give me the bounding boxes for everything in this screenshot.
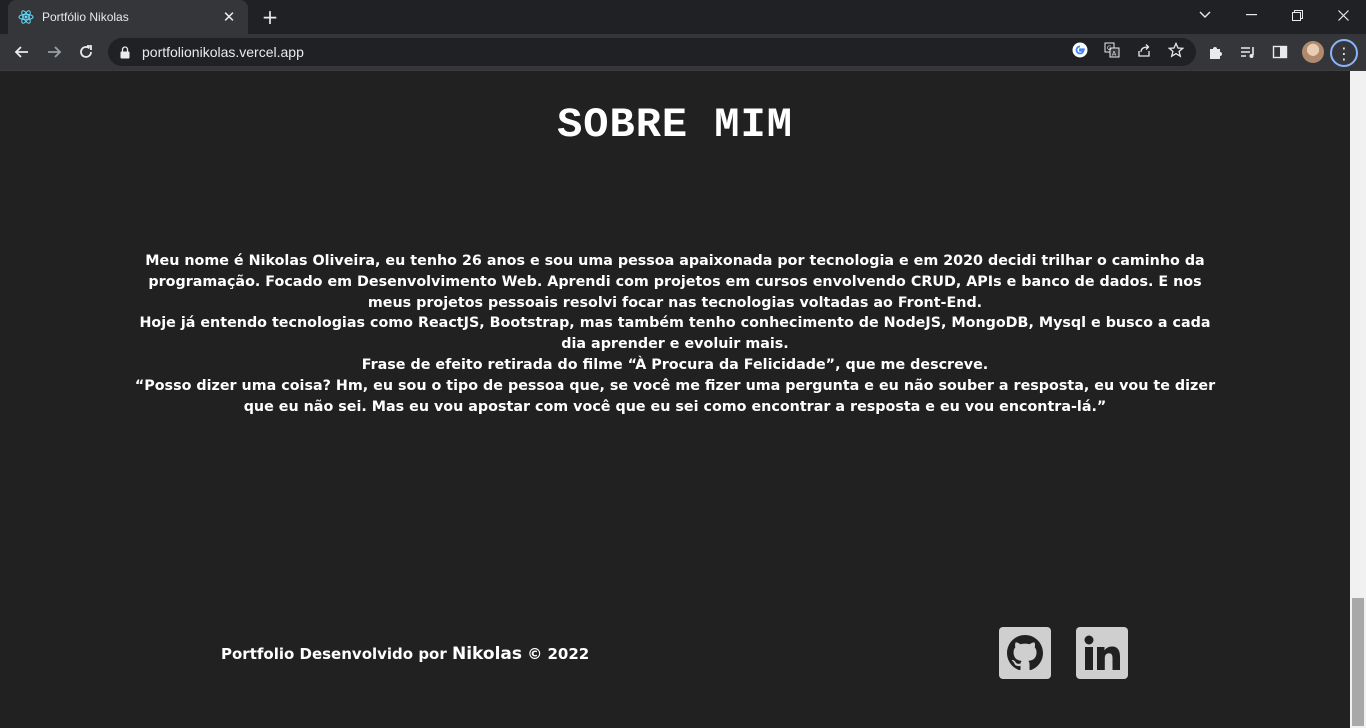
tab-strip: Portfólio Nikolas ✕ +	[0, 0, 1366, 34]
about-paragraph-intro: Meu nome é Nikolas Oliveira, eu tenho 26…	[145, 253, 1205, 311]
bookmark-star-icon[interactable]	[1166, 40, 1186, 60]
kebab-menu-icon[interactable]: ⋮	[1330, 39, 1358, 67]
footer-suffix: © 2022	[522, 645, 590, 663]
forward-arrow-icon[interactable]	[40, 38, 68, 66]
linkedin-link[interactable]	[1076, 627, 1128, 679]
new-tab-button[interactable]: +	[258, 5, 282, 29]
tab-title: Portfólio Nikolas	[42, 10, 129, 24]
google-icon[interactable]	[1070, 40, 1090, 60]
github-icon	[1007, 635, 1043, 671]
github-link[interactable]	[999, 627, 1051, 679]
lock-icon[interactable]	[120, 45, 134, 59]
browser-toolbar: portfolionikolas.vercel.app GA	[0, 34, 1366, 71]
side-panel-icon[interactable]	[1269, 41, 1291, 63]
page-viewport: SOBRE MIM Meu nome é Nikolas Oliveira, e…	[0, 71, 1350, 728]
about-text: Meu nome é Nikolas Oliveira, eu tenho 26…	[125, 251, 1225, 417]
close-icon[interactable]: ✕	[220, 8, 238, 26]
footer-prefix: Portfolio Desenvolvido por	[221, 645, 452, 663]
extensions-puzzle-icon[interactable]	[1205, 41, 1227, 63]
minimize-icon[interactable]	[1228, 0, 1274, 30]
tab-search-chevron-icon[interactable]	[1182, 0, 1228, 30]
tab-portfolio[interactable]: Portfólio Nikolas ✕	[8, 0, 248, 34]
scrollbar-thumb[interactable]	[1352, 598, 1364, 726]
address-bar[interactable]: portfolionikolas.vercel.app	[108, 38, 1196, 66]
footer-credit: Portfolio Desenvolvido por Nikolas © 202…	[221, 644, 589, 664]
footer-author-name: Nikolas	[451, 644, 522, 664]
url-text[interactable]: portfolionikolas.vercel.app	[142, 44, 304, 60]
reload-icon[interactable]	[72, 38, 100, 66]
linkedin-icon	[1084, 635, 1120, 670]
react-icon	[18, 9, 34, 25]
restore-icon[interactable]	[1274, 0, 1320, 30]
about-paragraph-quote: “Posso dizer uma coisa? Hm, eu sou o tip…	[134, 377, 1216, 415]
about-title: SOBRE MIM	[557, 101, 793, 149]
translate-icon[interactable]: GA	[1102, 40, 1122, 60]
back-arrow-icon[interactable]	[8, 38, 36, 66]
about-paragraph-quote-intro: Frase de efeito retirada do filme “À Pro…	[361, 356, 989, 373]
share-icon[interactable]	[1134, 40, 1154, 60]
window-close-icon[interactable]	[1320, 0, 1366, 30]
about-paragraph-skills: Hoje já entendo tecnologias como ReactJS…	[139, 315, 1211, 353]
media-queue-icon[interactable]	[1237, 41, 1259, 63]
profile-avatar[interactable]	[1302, 41, 1324, 63]
